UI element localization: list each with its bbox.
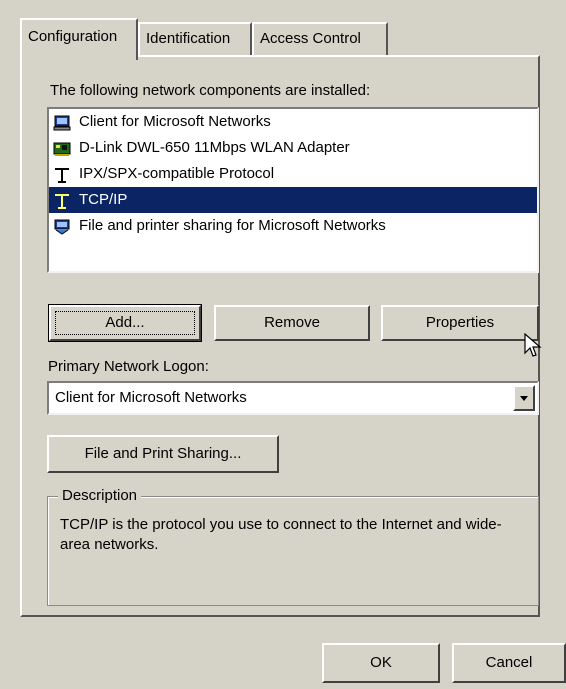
list-item-label: TCP/IP xyxy=(79,191,128,208)
list-item-label: IPX/SPX-compatible Protocol xyxy=(79,165,275,182)
list-item[interactable]: Client for Microsoft Networks xyxy=(49,109,537,135)
list-item[interactable]: IPX/SPX-compatible Protocol xyxy=(49,161,537,187)
description-legend: Description xyxy=(58,487,142,504)
dropdown-button[interactable] xyxy=(513,385,535,411)
tab-access-control-label: Access Control xyxy=(260,30,361,47)
tab-identification-label: Identification xyxy=(146,30,231,47)
list-item-selected[interactable]: TCP/IP xyxy=(49,187,537,213)
tab-configuration[interactable]: Configuration xyxy=(20,18,138,60)
list-item[interactable]: File and printer sharing for Microsoft N… xyxy=(49,213,537,239)
description-text: TCP/IP is the protocol you use to connec… xyxy=(60,516,502,553)
list-item[interactable]: D-Link DWL-650 11Mbps WLAN Adapter xyxy=(49,135,537,161)
network-adapter-icon xyxy=(53,140,71,156)
tab-identification[interactable]: Identification xyxy=(138,22,252,56)
components-label: The following network components are ins… xyxy=(50,82,371,99)
file-print-sharing-button[interactable]: File and Print Sharing... xyxy=(47,435,279,473)
file-print-sharing-label: File and Print Sharing... xyxy=(84,445,242,462)
file-sharing-icon xyxy=(53,218,71,235)
primary-logon-label: Primary Network Logon: xyxy=(48,358,209,375)
list-item-label: File and printer sharing for Microsoft N… xyxy=(79,217,386,234)
remove-button-label: Remove xyxy=(264,314,320,331)
tab-configuration-label: Configuration xyxy=(28,28,118,45)
primary-logon-select[interactable]: Client for Microsoft Networks xyxy=(47,381,539,415)
add-button[interactable]: Add... xyxy=(48,304,202,342)
properties-button-label: Properties xyxy=(425,314,495,331)
components-listbox[interactable]: Client for Microsoft Networks D-Link DWL… xyxy=(47,107,539,273)
primary-logon-value: Client for Microsoft Networks xyxy=(55,389,247,406)
list-item-label: D-Link DWL-650 11Mbps WLAN Adapter xyxy=(79,139,350,156)
chevron-down-icon xyxy=(520,396,528,401)
protocol-icon xyxy=(53,192,71,209)
mouse-pointer-icon xyxy=(524,333,542,357)
ok-button[interactable]: OK xyxy=(322,643,440,683)
ok-button-label: OK xyxy=(370,654,392,671)
properties-button[interactable]: Properties xyxy=(381,305,539,341)
list-item-label: Client for Microsoft Networks xyxy=(79,113,271,130)
focus-rect xyxy=(55,311,195,335)
remove-button[interactable]: Remove xyxy=(214,305,370,341)
client-icon xyxy=(53,114,71,131)
protocol-icon xyxy=(53,166,71,183)
cancel-button-label: Cancel xyxy=(485,654,533,671)
tab-access-control[interactable]: Access Control xyxy=(252,22,388,56)
description-group: Description TCP/IP is the protocol you u… xyxy=(47,487,539,606)
cancel-button[interactable]: Cancel xyxy=(452,643,566,683)
